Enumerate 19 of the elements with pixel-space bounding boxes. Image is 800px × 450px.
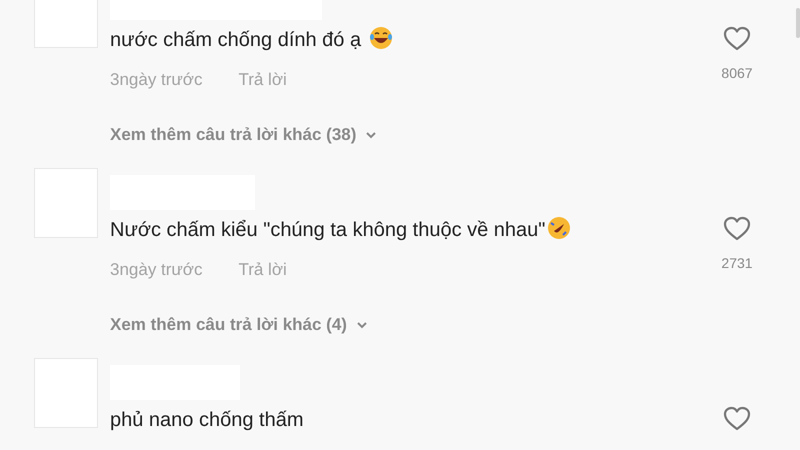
laughing-emoji-icon: [369, 26, 394, 50]
reply-link[interactable]: Trả lời: [238, 68, 287, 92]
like-count: 8067: [721, 64, 753, 82]
heart-icon[interactable]: [723, 406, 751, 432]
comment-time: 3ngày trước: [110, 69, 202, 91]
reply-link[interactable]: Trả lời: [238, 258, 287, 282]
comment-text: phủ nano chống thấm: [110, 409, 304, 431]
comment-text: nước chấm chống dính đó ạ: [110, 29, 362, 51]
scrollbar-thumb[interactable]: [796, 8, 800, 38]
view-more-replies[interactable]: Xem thêm câu trả lời khác (4): [110, 313, 369, 337]
like-count: 2731: [721, 254, 753, 272]
comment-text: Nước chấm kiểu "chúng ta không thuộc về nhau": [110, 219, 546, 241]
comment-time: 3ngày trước: [110, 259, 202, 281]
laughing-emoji-icon: [547, 216, 572, 240]
heart-icon[interactable]: [723, 216, 751, 242]
heart-icon[interactable]: [723, 26, 751, 52]
avatar[interactable]: [34, 358, 98, 428]
view-more-replies[interactable]: Xem thêm câu trả lời khác (38): [110, 123, 378, 147]
avatar[interactable]: [34, 168, 98, 238]
